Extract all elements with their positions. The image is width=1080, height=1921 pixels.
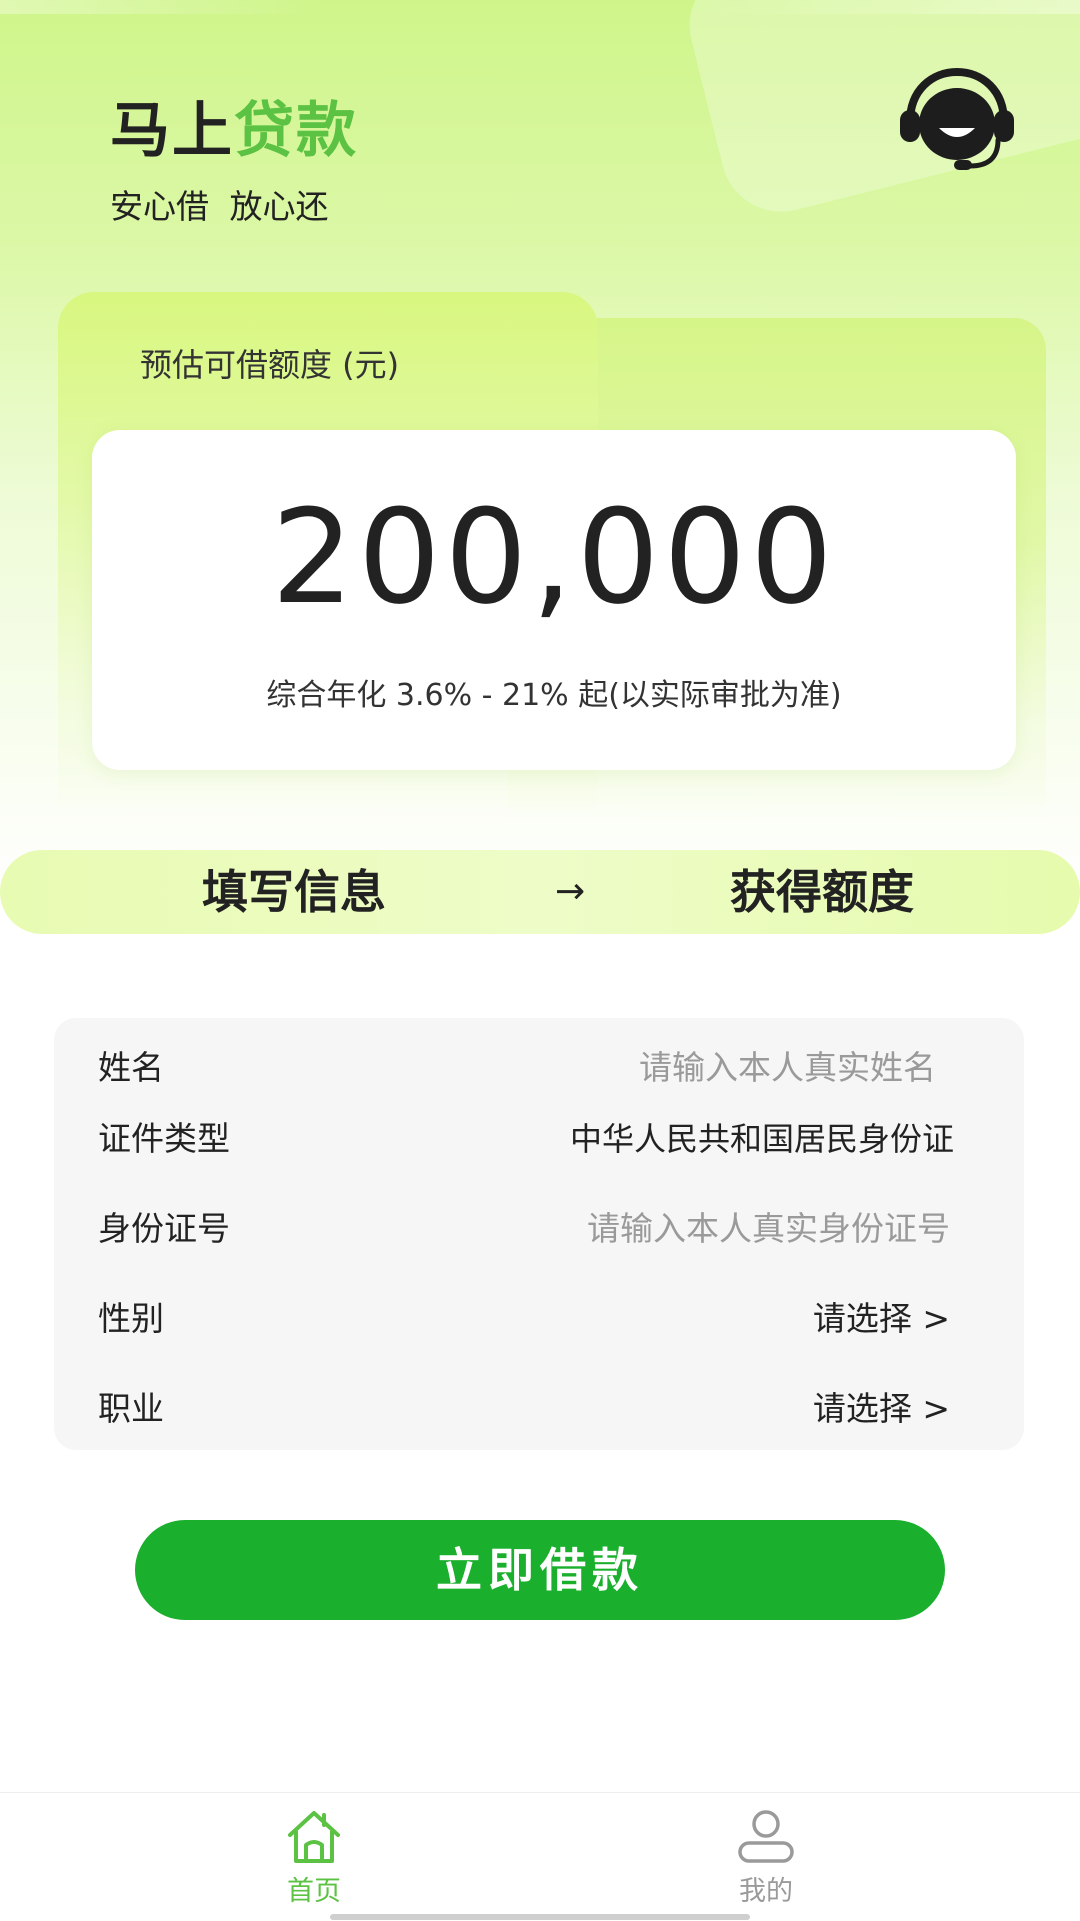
user-icon bbox=[738, 1810, 794, 1863]
id-type-label: 证件类型 bbox=[98, 1119, 230, 1158]
form-row-id-number[interactable]: 身份证号 请输入本人真实身份证号 bbox=[54, 1194, 1024, 1264]
occupation-label: 职业 bbox=[98, 1389, 164, 1428]
form-row-id-type[interactable]: 证件类型 中华人民共和国居民身份证 bbox=[54, 1104, 1024, 1174]
occupation-select[interactable]: 请选择 > bbox=[813, 1374, 950, 1444]
quota-label: 预估可借额度 (元) bbox=[140, 346, 400, 384]
borrow-now-button[interactable]: 立即借款 bbox=[135, 1520, 945, 1620]
home-indicator bbox=[330, 1914, 750, 1920]
customer-service-headset-icon bbox=[900, 67, 1014, 170]
name-label: 姓名 bbox=[98, 1048, 164, 1087]
form-row-name[interactable]: 姓名 请输入本人真实姓名 bbox=[54, 1033, 1024, 1103]
tab-home-label: 首页 bbox=[287, 1876, 341, 1907]
tab-mine[interactable]: 我的 bbox=[666, 1793, 866, 1921]
gender-label: 性别 bbox=[98, 1299, 164, 1338]
process-steps-banner: 填写信息 → 获得额度 bbox=[0, 850, 1080, 934]
status-bar bbox=[0, 0, 1080, 14]
tab-home[interactable]: 首页 bbox=[214, 1793, 414, 1921]
id-number-input[interactable]: 请输入本人真实身份证号 bbox=[587, 1194, 950, 1264]
home-icon bbox=[288, 1811, 340, 1863]
step-get-quota: 获得额度 bbox=[730, 865, 914, 919]
step-arrow-icon: → bbox=[555, 871, 586, 912]
form-row-gender[interactable]: 性别 请选择 > bbox=[54, 1284, 1024, 1354]
id-type-value[interactable]: 中华人民共和国居民身份证 bbox=[570, 1104, 954, 1174]
customer-service-button[interactable] bbox=[892, 66, 1022, 176]
form-row-occupation[interactable]: 职业 请选择 > bbox=[54, 1374, 1024, 1444]
annual-rate-text: 综合年化 3.6% - 21% 起(以实际审批为准) bbox=[266, 678, 842, 713]
tab-mine-label: 我的 bbox=[739, 1876, 793, 1907]
name-input[interactable]: 请输入本人真实姓名 bbox=[639, 1033, 936, 1103]
step-fill-info: 填写信息 bbox=[202, 865, 386, 919]
brand-title-main: 马上 bbox=[110, 96, 234, 166]
quota-amount: 200,000 bbox=[271, 481, 837, 633]
quota-amount-box: 200,000 综合年化 3.6% - 21% 起(以实际审批为准) bbox=[92, 430, 1016, 770]
gender-select[interactable]: 请选择 > bbox=[813, 1284, 950, 1354]
loan-application-form: 姓名 请输入本人真实姓名 证件类型 中华人民共和国居民身份证 身份证号 请输入本… bbox=[54, 1018, 1024, 1450]
brand-tagline: 安心借 放心还 bbox=[110, 187, 329, 226]
bottom-tab-bar: 首页 我的 bbox=[0, 1792, 1080, 1921]
id-number-label: 身份证号 bbox=[98, 1209, 230, 1248]
app-brand-title: 马上贷款 bbox=[110, 82, 358, 169]
brand-title-accent: 贷款 bbox=[234, 96, 358, 166]
